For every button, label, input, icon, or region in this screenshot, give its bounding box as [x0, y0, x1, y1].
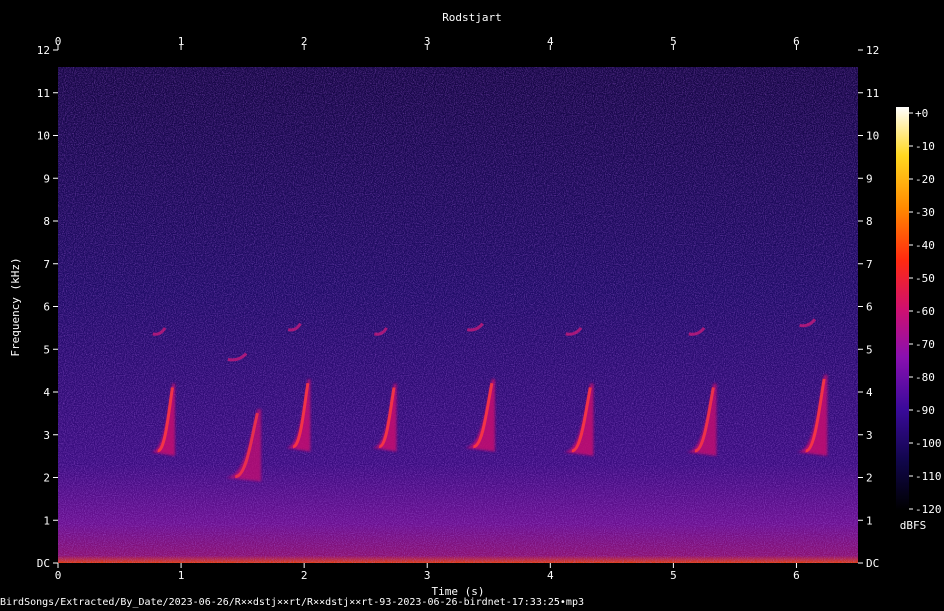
colorbar: +0 -10 -20 -30 -40 -50 -60 -70 -80 -90 -100 -110 -12… [896, 107, 942, 532]
y-tick-label: 12 [37, 44, 50, 57]
y-tick-label-right: 7 [866, 258, 873, 271]
y-tick-label: 8 [43, 215, 50, 228]
colorbar-tick-label: -30 [915, 206, 935, 219]
x-tick-label-top: 6 [793, 35, 800, 48]
y-tick-label: 3 [43, 429, 50, 442]
x-tick-label: 2 [301, 569, 308, 582]
x-tick-label-top: 3 [424, 35, 431, 48]
y-tick-label-right: 1 [866, 514, 873, 527]
y-tick-label-right: 6 [866, 301, 873, 314]
y-tick-label: 2 [43, 472, 50, 485]
x-tick-label: 4 [547, 569, 554, 582]
x-tick-label-top: 0 [55, 35, 62, 48]
x-tick-label: 0 [55, 569, 62, 582]
y-axis-left: DC123456789101112 [37, 44, 58, 570]
colorbar-tick-label: -100 [915, 437, 942, 450]
x-tick-label-top: 5 [670, 35, 677, 48]
y-tick-label: 7 [43, 258, 50, 271]
y-tick-label-right: DC [866, 557, 879, 570]
y-tick-label-right: 3 [866, 429, 873, 442]
y-tick-label-right: 4 [866, 386, 873, 399]
colorbar-tick-label: +0 [915, 107, 928, 120]
x-tick-label: 3 [424, 569, 431, 582]
plot-area [58, 50, 858, 563]
x-tick-label-top: 2 [301, 35, 308, 48]
colorbar-gradient [896, 107, 909, 510]
colorbar-tick-label: -60 [915, 305, 935, 318]
y-tick-label-right: 5 [866, 343, 873, 356]
colorbar-tick-label: -70 [915, 338, 935, 351]
colorbar-tick-label: -20 [915, 173, 935, 186]
colorbar-tick-label: -10 [915, 140, 935, 153]
y-tick-label-right: 8 [866, 215, 873, 228]
x-tick-label-top: 1 [178, 35, 185, 48]
colorbar-tick-label: -110 [915, 470, 942, 483]
y-axis-label: Frequency (kHz) [9, 257, 22, 356]
y-tick-label-right: 9 [866, 172, 873, 185]
x-axis-top: 0 1 2 3 4 5 6 [55, 35, 800, 50]
noise-texture [58, 67, 858, 563]
colorbar-tick-label: -90 [915, 404, 935, 417]
y-tick-label: 1 [43, 514, 50, 527]
y-tick-label: DC [37, 557, 50, 570]
x-tick-label-top: 4 [547, 35, 554, 48]
chart-title: Rodstjart [442, 11, 502, 24]
y-tick-label-right: 12 [866, 44, 879, 57]
y-tick-label-right: 2 [866, 472, 873, 485]
colorbar-tick-label: -80 [915, 371, 935, 384]
y-tick-label: 5 [43, 343, 50, 356]
colorbar-tick-label: -120 [915, 503, 942, 516]
y-tick-label: 6 [43, 301, 50, 314]
x-tick-label: 5 [670, 569, 677, 582]
spectrogram-chart: Rodstjart 0123456 0123456 DC123456789101… [9, 11, 942, 598]
x-tick-label: 1 [178, 569, 185, 582]
x-axis-bottom: 0 1 2 3 4 5 6 [55, 563, 800, 582]
colorbar-tick-label: -50 [915, 272, 935, 285]
x-tick-label: 6 [793, 569, 800, 582]
y-tick-label: 11 [37, 87, 50, 100]
colorbar-label: dBFS [900, 519, 927, 532]
source-filename: BirdSongs/Extracted/By_Date/2023-06-26/R… [0, 597, 584, 608]
colorbar-ticks: +0 -10 -20 -30 -40 -50 -60 -70 -80 -90 -100 -110 -12… [909, 107, 942, 516]
y-tick-label: 10 [37, 130, 50, 143]
y-tick-label: 4 [43, 386, 50, 399]
y-axis-right: DC123456789101112 [858, 44, 879, 570]
colorbar-tick-label: -40 [915, 239, 935, 252]
y-tick-label-right: 11 [866, 87, 879, 100]
y-tick-label: 9 [43, 172, 50, 185]
y-tick-label-right: 10 [866, 130, 879, 143]
